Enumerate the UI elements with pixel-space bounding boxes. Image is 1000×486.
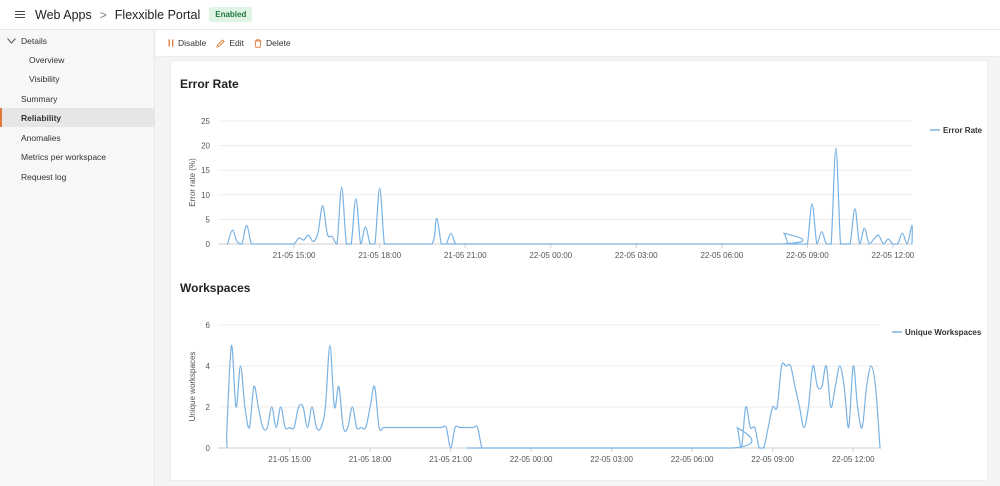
- trash-icon: [254, 38, 262, 48]
- sidebar-item-label: Visibility: [29, 73, 60, 84]
- x-tick-label: 22-05 06:00: [671, 455, 714, 464]
- sidebar-item-label: Overview: [29, 54, 65, 65]
- sidebar-item-reliability[interactable]: Reliability: [0, 108, 155, 127]
- y-tick-label: 10: [201, 191, 210, 200]
- sidebar-item-overview[interactable]: Overview: [0, 50, 155, 69]
- y-tick-label: 25: [201, 117, 210, 126]
- x-tick-label: 22-05 00:00: [529, 251, 572, 260]
- y-axis-label: Unique workspaces: [188, 352, 197, 422]
- x-tick-label: 22-05 06:00: [700, 251, 743, 260]
- sidebar-item-anomalies[interactable]: Anomalies: [0, 128, 155, 147]
- sidebar-group-label: Details: [21, 35, 47, 46]
- x-tick-label: 22-05 12:00: [872, 251, 915, 260]
- sidebar-item-visibility[interactable]: Visibility: [0, 69, 155, 88]
- error-rate-title: Error Rate: [180, 77, 239, 91]
- x-tick-label: 21-05 15:00: [268, 455, 311, 464]
- delete-label: Delete: [266, 38, 291, 48]
- series-line: [226, 344, 881, 449]
- sidebar-item-label: Summary: [21, 93, 58, 104]
- edit-label: Edit: [229, 38, 245, 48]
- workspaces-chart: 0 2 4 6 21-05 15:00 21-05 18:00 21-05 21:00 22-…: [188, 321, 982, 464]
- y-tick-label: 0: [206, 240, 211, 249]
- y-tick-label: 5: [206, 215, 211, 224]
- sidebar-item-label: Metrics per workspace: [21, 151, 107, 162]
- sidebar-item-metrics-per-workspace[interactable]: Metrics per workspace: [0, 147, 155, 166]
- pause-icon: [168, 39, 174, 47]
- x-tick-label: 21-05 18:00: [349, 455, 392, 464]
- sidebar-item-summary[interactable]: Summary: [0, 89, 155, 108]
- x-tick-label: 21-05 21:00: [444, 251, 487, 260]
- top-header: Web Apps > Flexxible Portal Enabled: [0, 0, 1000, 30]
- x-tick-label: 22-05 09:00: [751, 455, 794, 464]
- y-tick-label: 4: [206, 362, 211, 371]
- delete-button[interactable]: Delete: [254, 38, 291, 48]
- chevron-down-icon: [7, 36, 17, 46]
- x-tick-label: 21-05 18:00: [358, 251, 401, 260]
- page-title: Flexxible Portal: [114, 7, 201, 22]
- legend-label[interactable]: Unique Workspaces: [905, 328, 982, 337]
- x-tick-label: 22-05 00:00: [510, 455, 553, 464]
- sidebar-group-details[interactable]: Details: [0, 31, 155, 50]
- sidebar-item-label: Request log: [21, 171, 67, 182]
- hamburger-menu-icon[interactable]: [15, 11, 25, 18]
- breadcrumb-web-apps[interactable]: Web Apps: [35, 8, 92, 22]
- x-tick-label: 21-05 15:00: [273, 251, 316, 260]
- x-tick-label: 21-05 21:00: [429, 455, 472, 464]
- chevron-right-icon: >: [99, 7, 107, 22]
- y-tick-label: 0: [206, 444, 211, 453]
- command-toolbar: Disable Edit Delete: [155, 30, 1000, 57]
- x-tick-label: 22-05 12:00: [832, 455, 875, 464]
- series-line: [226, 147, 913, 245]
- y-tick-label: 2: [206, 403, 211, 412]
- x-tick-label: 22-05 03:00: [590, 455, 633, 464]
- y-axis-label: Error rate (%): [188, 158, 197, 207]
- x-tick-label: 22-05 09:00: [786, 251, 829, 260]
- sidebar-item-request-log[interactable]: Request log: [0, 167, 155, 186]
- pencil-icon: [216, 38, 225, 48]
- y-tick-label: 15: [201, 166, 210, 175]
- sidebar-item-label: Reliability: [21, 112, 62, 123]
- y-tick-label: 20: [201, 142, 210, 151]
- disable-button[interactable]: Disable: [168, 38, 206, 48]
- workspaces-title: Workspaces: [180, 281, 251, 295]
- y-tick-label: 6: [206, 321, 211, 330]
- sidebar-item-label: Anomalies: [21, 132, 61, 143]
- status-badge: Enabled: [209, 7, 253, 22]
- sidebar: Details Overview Visibility Summary Reli…: [0, 30, 155, 486]
- disable-label: Disable: [178, 38, 207, 48]
- legend-label[interactable]: Error Rate: [943, 126, 983, 135]
- x-tick-label: 22-05 03:00: [615, 251, 658, 260]
- error-rate-chart: 0 5 10 15 20 25 21-05 15:00 21-05 18:00 21-05 21…: [188, 117, 983, 260]
- edit-button[interactable]: Edit: [216, 38, 244, 48]
